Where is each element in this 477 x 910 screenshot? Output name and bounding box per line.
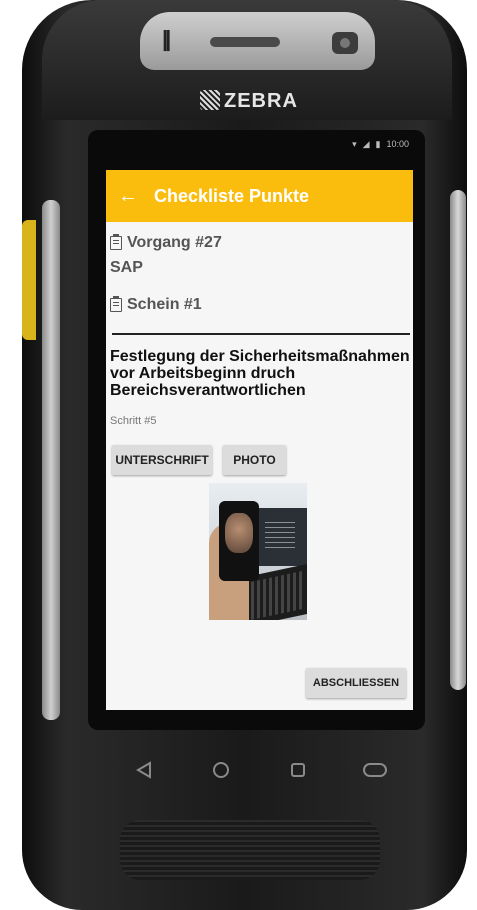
circle-home-icon xyxy=(213,762,230,778)
wifi-icon: ▾ xyxy=(352,138,357,149)
attached-photo xyxy=(209,483,307,620)
step-number: Schritt #5 xyxy=(110,415,157,427)
left-rail xyxy=(42,200,60,720)
vorgang-label: Vorgang #27 xyxy=(127,233,222,251)
status-bar: ▾ ◢ ▮ 10:00 xyxy=(106,133,413,155)
triangle-back-icon xyxy=(136,761,152,779)
back-button[interactable]: ← xyxy=(106,185,150,208)
app-screen: ← Checkliste Punkte Vorgang #27 SAP Sche… xyxy=(106,170,413,710)
nav-home-key[interactable] xyxy=(201,750,241,790)
nav-back-key[interactable] xyxy=(124,750,164,790)
top-window: || xyxy=(140,12,375,70)
arrow-left-icon: ← xyxy=(118,184,138,207)
finish-button[interactable]: ABSCHLIESSEN xyxy=(306,668,406,698)
system-row: SAP xyxy=(110,255,222,280)
status-time: 10:00 xyxy=(386,139,409,149)
system-label: SAP xyxy=(110,258,143,276)
step-title: Festlegung der Sicherheitsmaßnahmen vor … xyxy=(110,348,410,399)
schein-label: Schein #1 xyxy=(127,295,202,313)
zebra-logo-icon xyxy=(200,90,220,110)
photo-button[interactable]: PHOTO xyxy=(223,445,286,475)
nav-recents-key[interactable] xyxy=(278,750,318,790)
brand-text: ZEBRA xyxy=(224,90,298,112)
nav-keys xyxy=(106,740,413,800)
side-scan-button[interactable] xyxy=(22,220,36,340)
vorgang-row: Vorgang #27 xyxy=(110,230,222,255)
clipboard-icon xyxy=(110,233,122,250)
schein-row: Schein #1 xyxy=(110,292,222,317)
nav-search-key[interactable] xyxy=(355,750,395,790)
divider xyxy=(112,333,410,335)
app-bar: ← Checkliste Punkte xyxy=(106,170,413,222)
oval-search-icon xyxy=(362,763,387,777)
clipboard-icon xyxy=(110,295,122,312)
battery-icon: ▮ xyxy=(375,138,381,149)
page-title: Checkliste Punkte xyxy=(154,185,310,206)
device-brand: ZEBRA xyxy=(200,90,298,113)
speaker-grille xyxy=(120,820,380,880)
photo-face xyxy=(225,513,253,553)
signature-button[interactable]: UNTERSCHRIFT xyxy=(112,445,212,475)
scanner-marks-icon: || xyxy=(162,26,171,51)
right-rail xyxy=(450,190,466,690)
camera-icon xyxy=(332,32,358,54)
square-recents-icon xyxy=(290,763,305,777)
order-info: Vorgang #27 SAP Schein #1 xyxy=(110,230,222,317)
signal-icon: ◢ xyxy=(362,138,370,149)
photo-monitor xyxy=(259,508,307,566)
speaker-slot xyxy=(210,37,280,47)
